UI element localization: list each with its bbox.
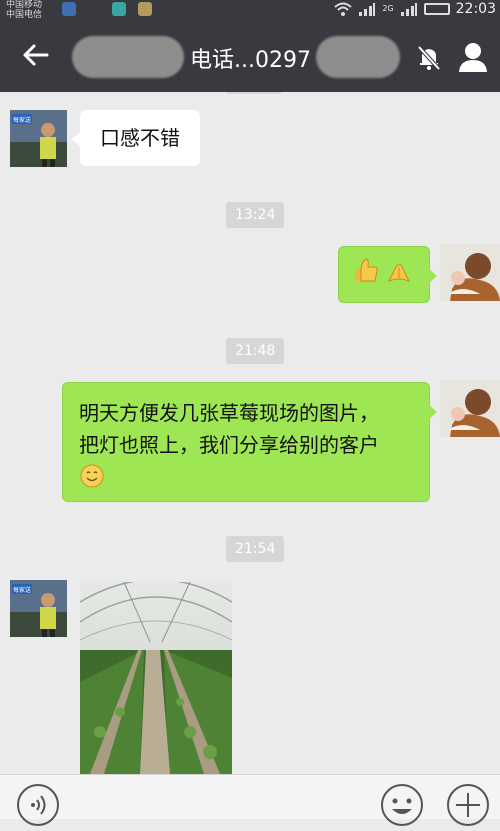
chat-header: 电话...0297 (0, 20, 500, 92)
plus-icon (447, 784, 489, 826)
message-bubble-sent[interactable] (338, 246, 430, 303)
carrier-label: 中国移动 中国电信 (6, 0, 42, 20)
avatar-image: 每家送 (10, 110, 67, 167)
back-button[interactable] (18, 38, 52, 72)
avatar-label: 每家送 (13, 116, 31, 124)
message-text: 明天方便发几张草莓现场的图片， 把灯也照上，我们分享给别的客户 (79, 397, 379, 461)
thumbs-up-and-clasped-hands-emoji (355, 258, 411, 282)
contact-avatar[interactable]: 每家送 (10, 110, 67, 167)
image-message[interactable] (80, 582, 232, 774)
contact-avatar[interactable]: 每家送 (10, 580, 67, 637)
user-avatar[interactable] (440, 244, 500, 301)
app-notification-icon (112, 2, 126, 16)
redacted-name (72, 36, 184, 78)
voice-icon (17, 784, 59, 826)
network-type-label: 2G (382, 4, 394, 13)
message-bubble-received[interactable]: 口感不错 (80, 110, 200, 166)
app-notification-icon (138, 2, 152, 16)
carrier-line-1: 中国移动 (6, 0, 43, 10)
chat-info-button[interactable] (456, 40, 490, 74)
smile-face-icon (381, 784, 423, 826)
battery-icon (423, 3, 450, 15)
bubble-tail (428, 268, 437, 284)
status-bar: 中国移动 中国电信 2G 22:03 (0, 0, 500, 20)
message-list[interactable]: 每家送 口感不错 13:24 21:48 明天方便发几张草莓现场的图片， 把灯也… (0, 92, 500, 774)
message-bubble-sent[interactable]: 明天方便发几张草莓现场的图片， 把灯也照上，我们分享给别的客户 (62, 382, 430, 502)
message-line-1: 明天方便发几张草莓现场的图片， (79, 401, 379, 425)
avatar-label: 每家送 (13, 586, 31, 594)
message-text: 口感不错 (100, 126, 180, 150)
chat-title[interactable]: 电话...0297 (190, 42, 311, 74)
avatar-image (440, 380, 500, 437)
greenhouse-strawberry-photo (80, 582, 232, 774)
emoji-button[interactable] (380, 783, 424, 827)
user-avatar[interactable] (440, 380, 500, 437)
timestamp: 13:24 (226, 202, 285, 228)
app-notification-icon (62, 2, 76, 16)
input-bar (0, 774, 500, 826)
bell-off-icon (417, 45, 441, 71)
redacted-name (316, 36, 400, 78)
timestamp-cut (226, 92, 282, 94)
voice-button[interactable] (16, 783, 60, 827)
signal-icon-2 (400, 3, 417, 16)
message-line-2: 把灯也照上，我们分享给别的客户 (79, 433, 379, 457)
carrier-line-2: 中国电信 (6, 10, 43, 20)
signal-icon (359, 3, 376, 16)
mute-button[interactable] (414, 42, 444, 72)
avatar-image: 每家送 (10, 580, 67, 637)
person-icon (459, 43, 487, 72)
timestamp: 21:54 (226, 536, 285, 562)
avatar-image (440, 244, 500, 301)
wifi-icon (334, 2, 353, 16)
arrow-left-icon (23, 44, 49, 66)
bubble-tail (428, 404, 437, 420)
timestamp: 21:48 (226, 338, 285, 364)
clock: 22:03 (455, 1, 496, 17)
more-button[interactable] (446, 783, 490, 827)
status-icons: 2G 22:03 (334, 1, 496, 17)
smile-emoji (80, 464, 104, 488)
